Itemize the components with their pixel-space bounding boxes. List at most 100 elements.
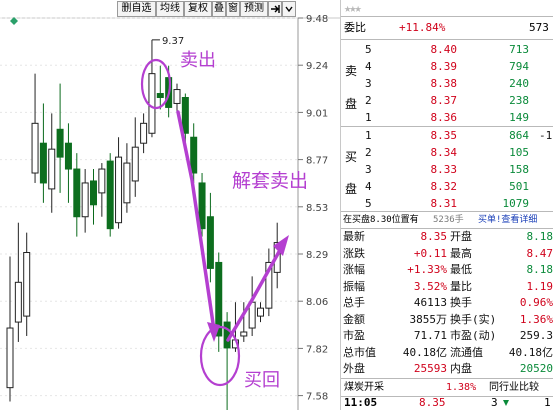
stat-value: 25593	[413, 362, 447, 375]
stat-value: 3855万	[409, 312, 448, 326]
stat-label: 总市值	[343, 345, 376, 359]
order-volume: 149	[509, 111, 529, 124]
candle-down	[73, 168, 81, 218]
order-volume: 238	[509, 94, 529, 107]
candle-up	[81, 182, 89, 218]
candle-up	[148, 73, 156, 134]
buy-order-row: 4 8.32 501	[341, 179, 553, 195]
stats-row: 总手 46113 换手 0.96%	[341, 295, 553, 311]
buy-order-row: 2 8.34 105	[341, 145, 553, 161]
y-tick-label: 9.48	[306, 14, 328, 25]
y-tick-label: 9.24	[306, 61, 328, 72]
stats-row: 振幅 3.52% 量比 1.19	[341, 279, 553, 295]
order-price: 8.38	[430, 77, 458, 90]
order-volume: 794	[509, 60, 529, 73]
stat-label: 内盘	[450, 362, 472, 375]
order-change	[539, 162, 553, 178]
candle-down	[90, 180, 97, 206]
stat-value: 8.35	[420, 230, 448, 243]
order-price: 8.37	[430, 94, 458, 107]
tick-time: 11:05	[344, 396, 378, 409]
y-tick-label: 7.82	[306, 344, 328, 355]
candle-up	[123, 162, 131, 204]
candle-up	[98, 168, 106, 194]
order-level: 2	[365, 146, 372, 159]
industry-compare-link[interactable]: 同行业比较	[489, 380, 539, 396]
order-ratio-value: +11.84%	[399, 21, 446, 34]
order-level: 1	[365, 129, 372, 142]
order-price: 8.31	[430, 197, 458, 210]
stat-label: 换手	[450, 296, 472, 309]
overlay-button[interactable]: 叠	[212, 1, 226, 17]
arrow-down-icon	[501, 398, 511, 410]
buyback-annotation: 买回	[244, 370, 280, 391]
stat-label: 总手	[343, 296, 365, 309]
stat-value: 0.96%	[519, 296, 553, 309]
order-volume: 1079	[502, 197, 530, 210]
candle-up	[6, 327, 14, 389]
y-tick-label: 8.29	[306, 250, 328, 261]
order-level: 4	[365, 60, 372, 73]
stats-row: 总市值 40.18亿 流通值 40.18亿	[341, 345, 553, 361]
sector-name[interactable]: 煤炭开采	[344, 380, 384, 396]
candle-down	[181, 96, 189, 134]
order-level: 2	[365, 94, 372, 107]
stat-value: +0.11	[413, 246, 447, 260]
candle-down	[156, 93, 164, 98]
y-tick-label: 7.58	[306, 392, 328, 403]
forecast-button[interactable]: 预测	[240, 1, 268, 17]
buy-label-2: 盘	[345, 182, 358, 196]
sell-label-2: 盘	[345, 97, 358, 111]
stat-label: 量比	[450, 279, 472, 293]
order-level: 5	[365, 43, 372, 56]
sell-order-row: 3 8.38 240	[341, 76, 553, 92]
order-ratio-row: 委比 +11.84% 573	[341, 20, 553, 36]
order-price: 8.39	[430, 60, 458, 73]
stat-label: 最低	[450, 263, 472, 276]
chevron-down-icon[interactable]	[282, 1, 296, 17]
stat-value: 1.19	[526, 279, 553, 293]
candle-up	[31, 122, 39, 174]
order-volume: 864	[509, 129, 529, 142]
buy-order-row: 3 8.33 158	[341, 162, 553, 178]
stats-row: 市盈 71.71 市盈(动) 259.3	[341, 328, 553, 344]
order-change	[539, 196, 553, 212]
candle-down	[198, 182, 206, 230]
stat-label: 涨幅	[343, 263, 365, 276]
sell-order-row: 4 8.39 794	[341, 59, 553, 75]
sell-order-row: 1 8.36 149	[341, 110, 553, 126]
candle-down	[206, 216, 214, 269]
kline-chart[interactable]: 9.48 9.24 9.01 8.77 8.53 8.29 8.06 7.82 7.58 9.37…	[0, 0, 340, 410]
stat-value: 8.47	[526, 246, 553, 260]
big-order-notice[interactable]: 在买盘8.30位置有 5236手 买单!查看详细	[341, 212, 553, 228]
kline-svg[interactable]: 9.48 9.24 9.01 8.77 8.53 8.29 8.06 7.82 7.58 9.37…	[0, 0, 340, 410]
notice-details-link[interactable]: 买单!查看详细	[478, 212, 537, 228]
order-volume: 240	[509, 77, 529, 90]
candle-up	[48, 148, 56, 190]
breakeven-sell-annotation: 解套卖出	[232, 170, 308, 192]
order-change	[539, 145, 553, 161]
export-icon[interactable]	[268, 1, 282, 17]
candle-down	[64, 142, 72, 170]
quote-panel: ★★★ 委比 +11.84% 573 5 8.40 713 4 8.39 794 3 8.38…	[340, 0, 553, 410]
candle-down	[106, 160, 114, 230]
sector-row[interactable]: 煤炭开采 1.38% 同行业比较	[341, 380, 553, 395]
stat-value: 259.3	[519, 329, 553, 342]
stat-value: 40.18亿	[508, 345, 553, 359]
buy-label-1: 买	[345, 150, 358, 164]
stats-row: 金额 3855万 换手(实) 1.36%	[341, 312, 553, 328]
candle-up	[23, 252, 31, 317]
candle-up	[131, 146, 139, 182]
tick-count: 1	[544, 396, 551, 409]
y-tick-label: 9.01	[306, 108, 328, 119]
stat-value: 20520	[519, 362, 553, 375]
stat-label: 换手(实)	[450, 312, 497, 326]
candle-down	[190, 136, 198, 174]
adjust-price-button[interactable]: 复权	[184, 1, 212, 17]
order-level: 3	[365, 77, 372, 90]
remove-watchlist-button[interactable]: 删自选	[117, 1, 156, 17]
buy-order-row: 1 8.35 864 -1	[341, 128, 553, 144]
moving-average-button[interactable]: 均线	[156, 1, 184, 17]
sell-annotation: 卖出	[180, 50, 216, 71]
window-button[interactable]: 窗	[226, 1, 240, 17]
